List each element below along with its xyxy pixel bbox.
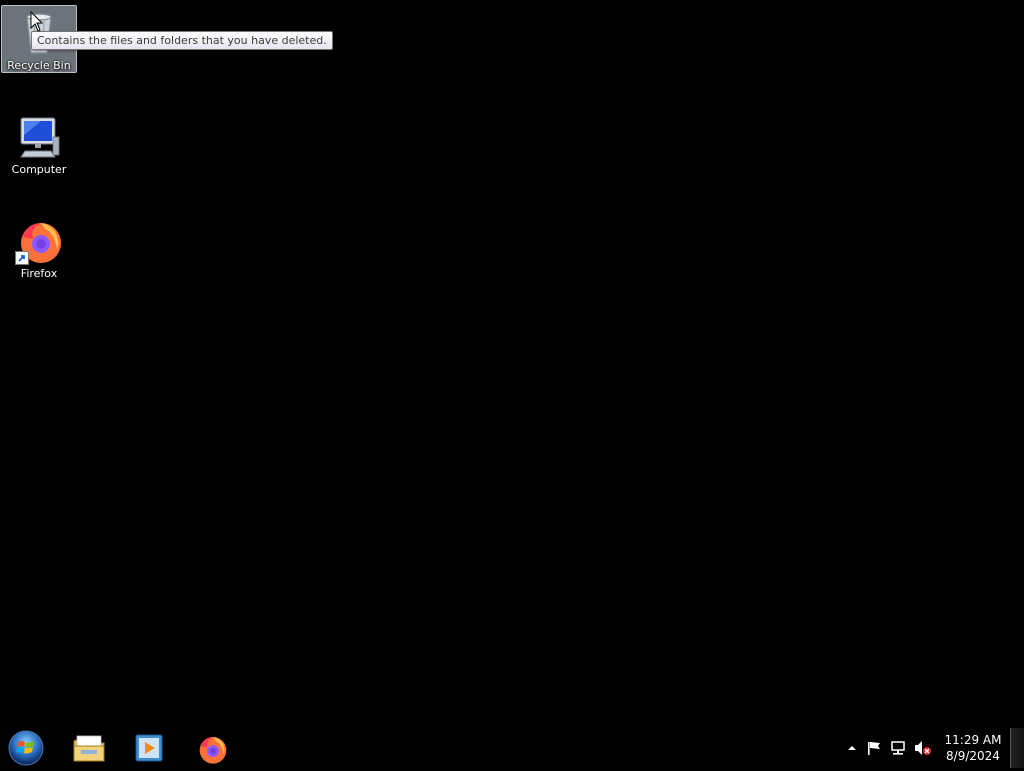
desktop-icon-firefox[interactable]: Firefox [1,213,77,281]
network-button[interactable] [890,740,906,756]
start-button[interactable] [7,729,45,767]
mouse-cursor-icon [30,11,44,32]
taskbar-file-explorer-button[interactable] [61,730,117,766]
tooltip: Contains the files and folders that you … [31,31,333,50]
clock-date: 8/9/2024 [946,749,1000,763]
firefox-icon [15,217,63,265]
computer-icon [15,113,63,161]
network-icon [891,741,905,755]
desktop-icon-label: Recycle Bin [7,59,71,72]
desktop-icon-computer[interactable]: Computer [1,109,77,177]
taskbar-clock[interactable]: 11:29 AM 8/9/2024 [940,732,1006,764]
taskbar: 11:29 AM 8/9/2024 [0,728,1024,768]
show-hidden-icons-button[interactable] [844,740,860,756]
desktop[interactable]: Recycle Bin Computer Firefox Contains th… [0,0,1024,728]
action-center-button[interactable] [866,740,882,756]
file-explorer-icon [73,735,105,762]
taskbar-firefox-button[interactable] [185,730,241,766]
volume-button[interactable] [914,740,931,756]
desktop-icon-label: Firefox [20,267,58,280]
show-hidden-icons-arrow-icon [848,746,856,750]
desktop-icon-label: Computer [11,163,67,176]
clock-time: 11:29 AM [944,733,1002,747]
taskbar-media-player-button[interactable] [122,730,178,766]
windows-start-orb-icon [8,730,44,766]
media-player-icon [135,734,163,762]
volume-muted-icon [915,741,931,755]
action-center-flag-icon [868,742,880,755]
shortcut-arrow-icon [15,251,29,265]
show-desktop-button[interactable] [1010,728,1024,768]
firefox-icon [199,737,227,764]
